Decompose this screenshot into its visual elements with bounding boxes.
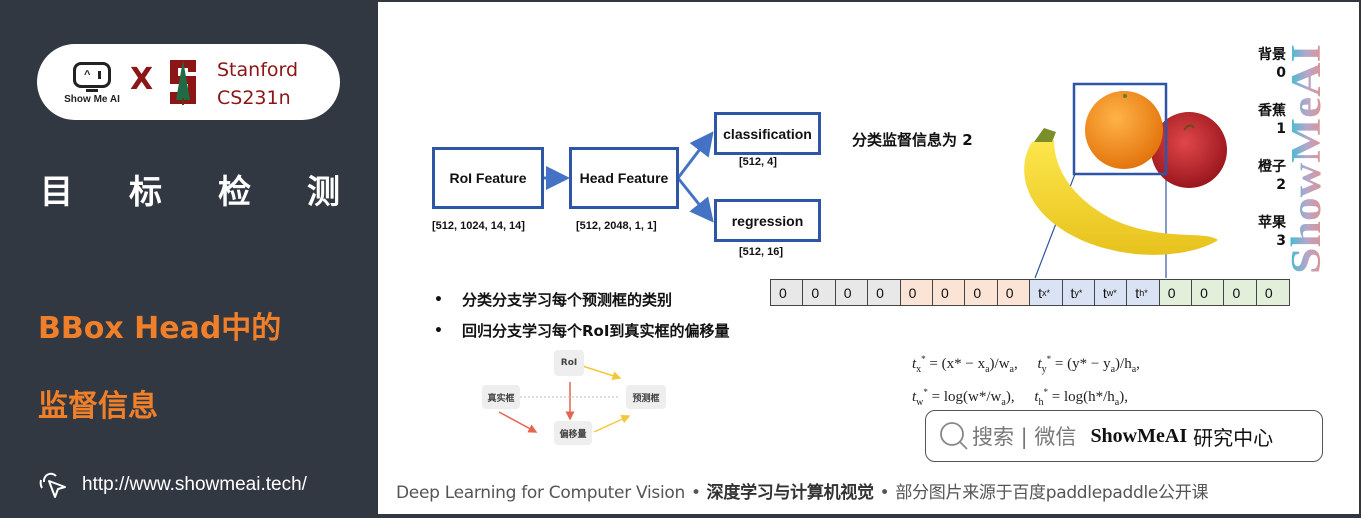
bullet-list: • 分类分支学习每个预测框的类别 • 回归分支学习每个RoI到真实框的偏移量 <box>434 284 729 346</box>
regression-box: regression <box>714 199 821 242</box>
vector-cell: t w * <box>1094 280 1128 305</box>
legend-item: 橙子 2 <box>1258 159 1286 193</box>
showmeai-logo: ^ Show Me AI <box>59 58 125 108</box>
title-char: 标 <box>129 172 162 211</box>
search-brand-cn: 研究中心 <box>1193 425 1274 450</box>
footer-course-en: Deep Learning for Computer Vision <box>396 483 685 503</box>
wechat-search-box[interactable]: 搜索 | 微信 ShowMeAI 研究中心 <box>925 410 1323 462</box>
subtitle-line-2: 监督信息 <box>38 389 158 424</box>
logo-banner[interactable]: ^ Show Me AI X Stanford CS231n <box>37 44 340 120</box>
footer-separator: • <box>690 483 701 503</box>
roi-feature-box: RoI Feature <box>432 147 544 209</box>
head-feature-label: Head Feature <box>579 170 669 186</box>
offset-node: 偏移量 <box>554 421 592 445</box>
vector-cell: t y * <box>1062 280 1095 305</box>
fruit-image <box>1024 82 1227 255</box>
stanford-logo-icon <box>170 60 196 105</box>
robot-face-icon: ^ <box>73 62 111 88</box>
legend-item: 香蕉 1 <box>1258 103 1286 137</box>
vector-cell: 0 <box>997 280 1031 305</box>
head-feature-dims: [512, 2048, 1, 1] <box>576 220 657 232</box>
collab-x: X <box>130 62 154 97</box>
gt-box-node: 真实框 <box>482 385 520 409</box>
vector-cell: 0 <box>965 280 998 305</box>
legend-item: 背景 0 <box>1258 47 1286 81</box>
pred-box-node: 预测框 <box>626 385 666 409</box>
class-legend: 背景 0 香蕉 1 橙子 2 苹果 3 <box>1246 46 1286 270</box>
showmeai-watermark: ShowMeAI <box>1286 44 1326 274</box>
vector-cell: 0 <box>835 280 869 305</box>
stanford-course: Stanford CS231n <box>217 56 298 112</box>
vector-cell: 0 <box>1224 280 1257 305</box>
roi-feature-dims: [512, 1024, 14, 14] <box>432 220 525 232</box>
regression-dims: [512, 16] <box>739 246 784 258</box>
footer-course-cn: 深度学习与计算机视觉 <box>706 483 874 503</box>
search-icon <box>940 422 968 450</box>
website-link[interactable]: http://www.showmeai.tech/ <box>36 468 307 502</box>
footer: Deep Learning for Computer Vision • 深度学习与计… <box>396 478 1208 503</box>
stanford-label: Stanford <box>217 59 299 81</box>
sidebar: ^ Show Me AI X Stanford CS231n 目 标 检 测 B… <box>0 0 378 518</box>
classification-dims: [512, 4] <box>739 156 777 168</box>
bullet-item: • 分类分支学习每个预测框的类别 <box>434 291 673 309</box>
svg-text:ShowMeAI: ShowMeAI <box>1286 44 1326 274</box>
orange <box>1085 91 1163 169</box>
slide-content: RoI Feature [512, 1024, 14, 14] Head Fea… <box>378 2 1359 514</box>
search-placeholder: 搜索 | 微信 <box>972 425 1077 449</box>
vector-cell: 0 <box>900 280 933 305</box>
title-char: 测 <box>307 172 340 211</box>
formula-line-1: tx* = (x* − xa)/wa, ty* = (y* − ya)/ha, <box>912 354 1140 375</box>
footer-separator: • <box>879 483 890 503</box>
vector-cell: 0 <box>1192 280 1225 305</box>
classification-target-label: 分类监督信息为 2 <box>852 131 973 149</box>
title-char: 目 <box>40 172 73 211</box>
vector-cell: 0 <box>932 280 966 305</box>
showmeai-logo-text: Show Me AI <box>64 94 120 105</box>
cursor-click-icon <box>39 472 66 498</box>
arrow-head-to-cls <box>676 131 714 179</box>
section-title: 目 标 检 测 <box>40 165 340 213</box>
title-char: 检 <box>218 172 251 211</box>
roi-node: RoI <box>554 350 584 376</box>
search-brand: ShowMeAI <box>1090 424 1188 447</box>
vector-cell: 0 <box>771 280 804 305</box>
vector-cell: 0 <box>1256 280 1290 305</box>
classification-label: classification <box>723 125 812 142</box>
vector-cell: 0 <box>803 280 836 305</box>
offset-diagram: RoI 真实框 预测框 偏移量 <box>466 344 676 449</box>
course-code: CS231n <box>217 87 291 109</box>
subtitle-line-1: BBox Head中的 <box>38 311 282 346</box>
bullet-item: • 回归分支学习每个RoI到真实框的偏移量 <box>434 322 730 340</box>
vector-cell: 0 <box>868 280 901 305</box>
regression-formula: tx* = (x* − xa)/wa, ty* = (y* − ya)/ha, … <box>912 348 1140 414</box>
target-vector: 0 0 0 0 0 0 0 0 t x * t y * t w * t h * 0 0 0 0 <box>770 279 1291 306</box>
classification-box: classification <box>714 112 821 155</box>
website-url[interactable]: http://www.showmeai.tech/ <box>82 474 307 496</box>
footer-source: 部分图片来源于百度paddlepaddle公开课 <box>895 483 1209 503</box>
vector-cell: t x * <box>1030 280 1063 305</box>
slide-subtitle: BBox Head中的 监督信息 <box>38 290 281 446</box>
vector-cell: 0 <box>1159 280 1193 305</box>
legend-item: 苹果 3 <box>1258 215 1286 249</box>
vector-cell: t h * <box>1127 280 1160 305</box>
head-feature-box: Head Feature <box>569 147 679 209</box>
arrow-head-to-reg <box>676 177 714 223</box>
regression-label: regression <box>731 212 804 229</box>
roi-feature-label: RoI Feature <box>449 170 527 186</box>
